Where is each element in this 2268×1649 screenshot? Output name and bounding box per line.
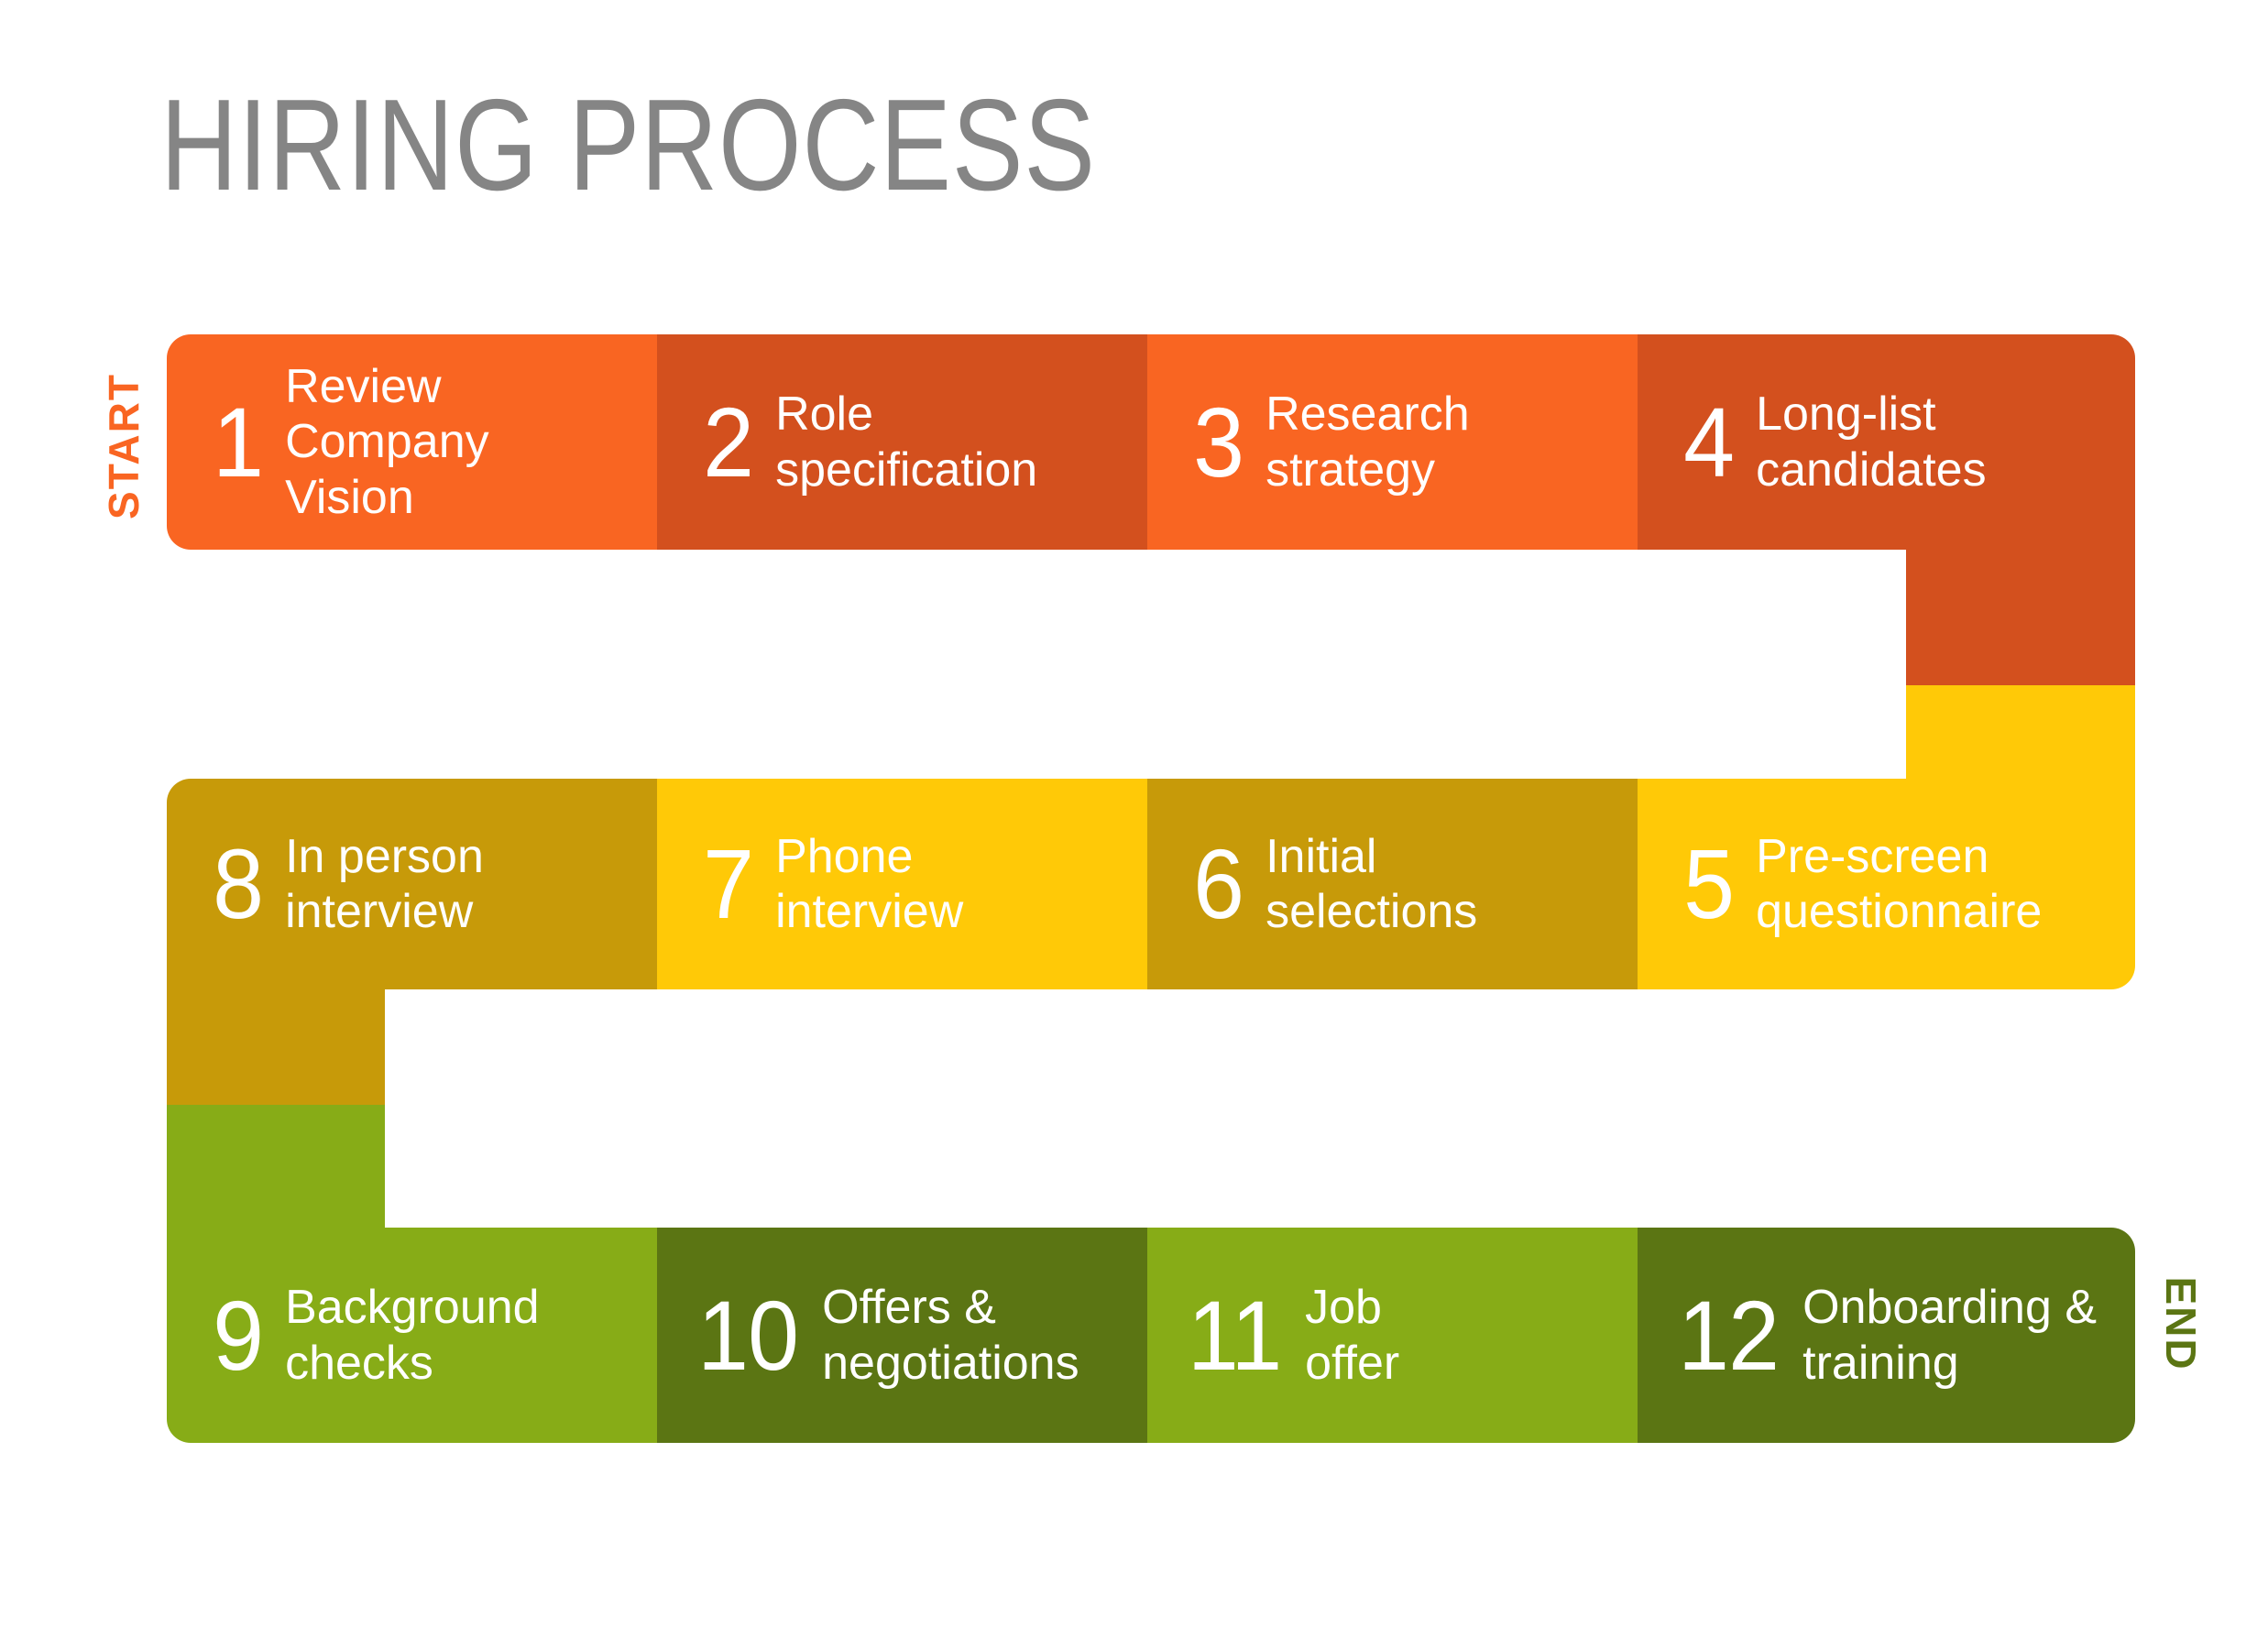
step-7[interactable]: 7 Phone interview	[657, 779, 1147, 989]
step-5[interactable]: 5 Pre-screen questionnaire	[1638, 779, 2135, 989]
step-11[interactable]: 11 Job offer	[1147, 1228, 1638, 1443]
step-label: Background checks	[285, 1281, 540, 1390]
step-number: 9	[213, 1279, 264, 1391]
step-number: 10	[697, 1279, 799, 1391]
step-3[interactable]: 3 Research strategy	[1147, 334, 1638, 550]
step-label: Review Company Vision	[285, 360, 489, 524]
step-number: 6	[1193, 828, 1244, 940]
end-marker: END	[2157, 1276, 2205, 1371]
step-9[interactable]: 9 Background checks	[167, 1228, 657, 1443]
step-number: 2	[703, 386, 754, 497]
step-label: Initial selections	[1265, 829, 1478, 938]
step-number: 12	[1678, 1279, 1780, 1391]
step-number: 1	[213, 386, 264, 497]
step-6[interactable]: 6 Initial selections	[1147, 779, 1638, 989]
step-number: 3	[1193, 386, 1244, 497]
step-number: 4	[1683, 386, 1735, 497]
step-label: Offers & negotiations	[822, 1281, 1079, 1390]
step-4[interactable]: 4 Long-list candidates	[1638, 334, 2135, 550]
page-title: HIRING PROCESS	[160, 72, 1096, 218]
start-marker: START	[100, 373, 148, 519]
step-number: 8	[213, 828, 264, 940]
step-number: 11	[1187, 1279, 1282, 1391]
connector-8-to-9-upper	[167, 988, 385, 1107]
step-label: In person interview	[285, 829, 484, 938]
diagram-canvas: HIRING PROCESS 1 Review Company Vision 2…	[0, 0, 2268, 1649]
step-10[interactable]: 10 Offers & negotiations	[657, 1228, 1147, 1443]
step-label: Long-list candidates	[1756, 388, 1987, 497]
connector-4-to-5-lower	[1906, 685, 2135, 784]
connector-8-to-9-lower	[167, 1105, 385, 1229]
step-2[interactable]: 2 Role specification	[657, 334, 1147, 550]
step-label: Job offer	[1305, 1281, 1400, 1390]
step-label: Phone interview	[775, 829, 964, 938]
step-label: Role specification	[775, 388, 1038, 497]
step-label: Pre-screen questionnaire	[1756, 829, 2043, 938]
connector-4-to-5-upper	[1906, 548, 2135, 687]
step-12[interactable]: 12 Onboarding & training	[1638, 1228, 2135, 1443]
step-number: 5	[1683, 828, 1735, 940]
step-label: Research strategy	[1265, 388, 1470, 497]
step-number: 7	[703, 828, 754, 940]
step-8[interactable]: 8 In person interview	[167, 779, 657, 989]
step-1[interactable]: 1 Review Company Vision	[167, 334, 657, 550]
step-label: Onboarding & training	[1802, 1281, 2098, 1390]
